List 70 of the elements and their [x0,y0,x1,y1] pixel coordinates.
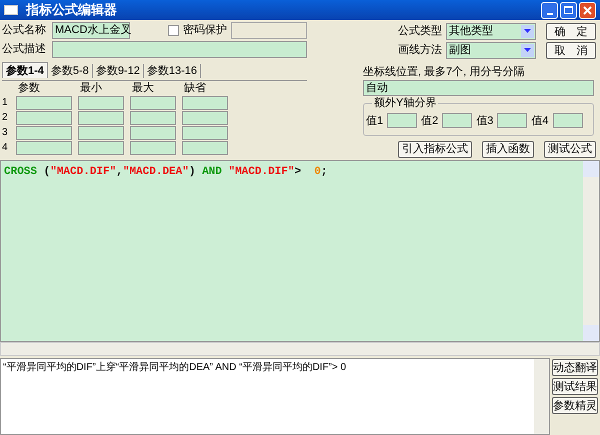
vertical-scrollbar[interactable] [583,161,599,341]
window-title: 指标公式编辑器 [26,1,117,20]
tab[interactable]: 参数1-4 [2,62,48,78]
param-field[interactable] [16,140,72,154]
axis-field[interactable]: 自动 [363,80,594,96]
value-label: 值1 [366,114,384,130]
side-button[interactable]: 测试结果 [552,378,598,395]
row-number: 4 [2,141,9,155]
value-field[interactable] [387,113,418,128]
column-header: 最小 [79,82,103,95]
tab[interactable]: 参数5-8 [48,64,93,78]
field-label: 画线方法 [398,42,442,58]
row-number: 1 [2,96,9,110]
field-label: 公式描述 [2,42,47,58]
action-button[interactable]: 引入指标公式 [398,140,472,158]
value-field[interactable] [497,113,528,128]
code-editor[interactable]: CROSS ("MACD.DIF","MACD.DEA") AND "MACD.DIF"> 0; [0,160,600,342]
param-field[interactable] [78,110,124,124]
field-label: 公式类型 [398,24,442,40]
tab[interactable]: 参数13-16 [144,64,201,78]
checkbox-label: 密码保护 [183,22,227,38]
param-field[interactable] [130,96,176,110]
column-header: 参数 [17,82,41,95]
row-number: 2 [2,111,9,125]
value-field[interactable] [552,113,582,128]
description-field[interactable] [52,41,307,58]
param-field[interactable] [130,126,176,140]
axis-label: 坐标线位置, 最多7个, 用分号分隔 [363,65,526,80]
ok-button[interactable]: 确 定 [546,22,596,40]
side-button[interactable]: 参数精灵 [552,397,598,414]
side-button[interactable]: 动态翻译 [552,359,598,376]
draw-method-dropdown[interactable]: 副图 [446,42,536,59]
name-field[interactable]: MACD水上金叉 [52,22,130,39]
password-field[interactable] [231,22,307,39]
cancel-button[interactable]: 取 消 [546,42,596,59]
tab[interactable]: 参数9-12 [92,64,144,78]
row-number: 3 [2,126,9,140]
minimize-button[interactable] [541,2,558,18]
group-title: 额外Y轴分界 [372,96,438,110]
translation-text: “平滑异同平均的DIF”上穿“平滑异同平均的DEA” AND “平滑异同平均的DIF”> 0 [2,360,348,374]
value-label: 值4 [531,114,548,130]
checkbox[interactable] [168,25,179,36]
param-field[interactable] [182,126,228,140]
action-button[interactable]: 插入函数 [482,140,534,158]
maximize-button[interactable] [560,2,577,18]
param-field[interactable] [182,140,228,154]
close-icon [583,6,592,14]
column-header: 最大 [131,82,155,95]
field-label: 公式名称 [2,23,47,38]
action-button[interactable]: 测试公式 [544,140,596,158]
window-icon [4,5,18,15]
param-field[interactable] [16,110,72,124]
param-field[interactable] [182,110,228,124]
param-field[interactable] [78,140,124,154]
param-field[interactable] [130,140,176,154]
param-field[interactable] [182,96,228,110]
param-field[interactable] [78,96,124,110]
horizontal-scrollbar[interactable] [0,342,600,356]
param-field[interactable] [16,126,72,140]
value-label: 值3 [476,114,494,130]
value-label: 值2 [421,114,438,130]
type-dropdown[interactable]: 其他类型 [446,22,536,40]
column-header: 缺省 [183,82,207,95]
param-field[interactable] [130,110,176,124]
param-field[interactable] [16,96,72,110]
param-field[interactable] [78,126,124,140]
value-field[interactable] [442,113,472,128]
vertical-scrollbar[interactable] [534,359,549,434]
close-button[interactable] [579,2,596,18]
code-line: CROSS ("MACD.DIF","MACD.DEA") AND "MACD.DIF"> 0; [4,165,329,180]
